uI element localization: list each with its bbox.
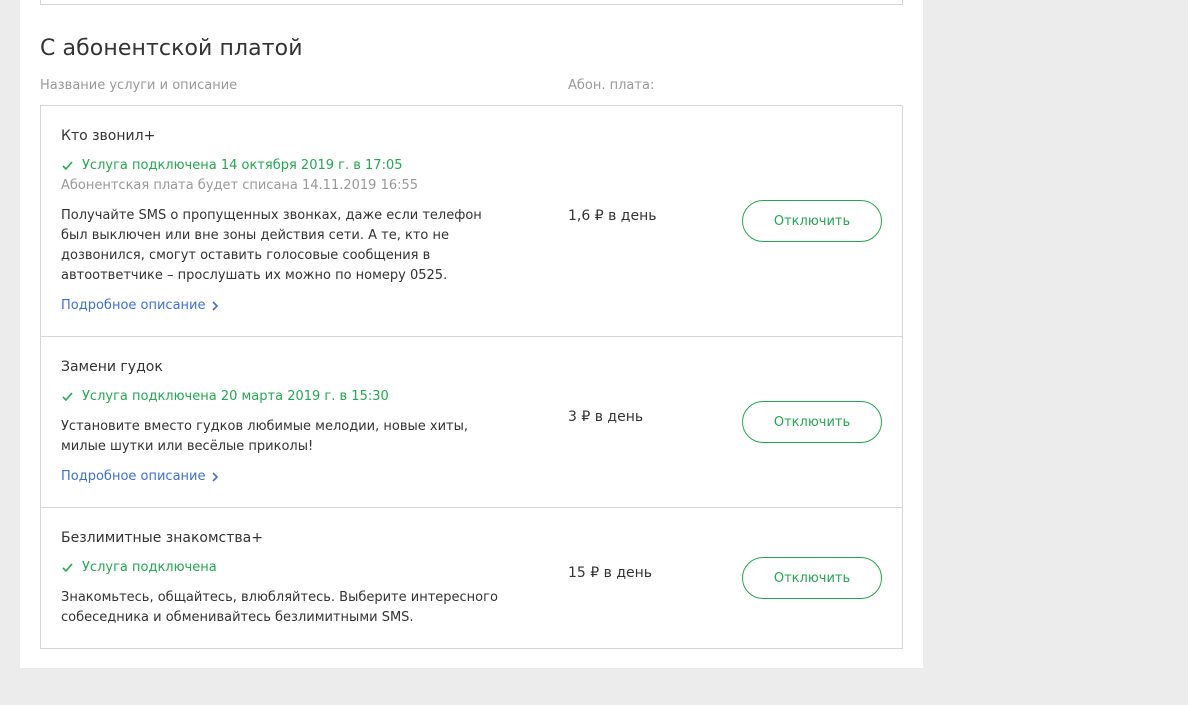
chevron-right-icon xyxy=(211,300,218,311)
services-list: Кто звонил+ Услуга подключена 14 октября… xyxy=(40,105,903,649)
disable-button[interactable]: Отключить xyxy=(742,200,882,242)
check-icon xyxy=(62,161,73,171)
services-panel: С абонентской платой Название услуги и о… xyxy=(20,0,923,668)
check-icon xyxy=(62,563,73,573)
service-status: Услуга подключена 20 марта 2019 г. в 15:… xyxy=(61,389,389,404)
charge-note: Абонентская плата будет списана 14.11.20… xyxy=(61,178,419,193)
service-status: Услуга подключена xyxy=(61,560,217,575)
more-details-link[interactable]: Подробное описание xyxy=(61,469,219,484)
column-header-fee: Абон. плата: xyxy=(568,78,655,93)
service-fee: 15 ₽ в день xyxy=(568,565,653,581)
service-item: Замени гудок Услуга подключена 20 марта … xyxy=(41,337,902,508)
more-details-link-label: Подробное описание xyxy=(61,469,206,484)
service-status-text: Услуга подключена xyxy=(82,560,217,575)
service-item: Кто звонил+ Услуга подключена 14 октября… xyxy=(41,106,902,337)
previous-section-box xyxy=(40,0,903,5)
disable-button[interactable]: Отключить xyxy=(742,557,882,599)
service-status-text: Услуга подключена 14 октября 2019 г. в 1… xyxy=(82,158,403,173)
service-description: Получайте SMS о пропущенных звонках, даж… xyxy=(61,208,482,283)
more-details-link-label: Подробное описание xyxy=(61,298,206,313)
service-name: Замени гудок xyxy=(61,359,163,375)
service-fee: 3 ₽ в день xyxy=(568,409,644,425)
column-header-name: Название услуги и описание xyxy=(40,78,238,93)
service-fee: 1,6 ₽ в день xyxy=(568,208,657,224)
check-icon xyxy=(62,392,73,402)
disable-button[interactable]: Отключить xyxy=(742,401,882,443)
section-title: С абонентской платой xyxy=(40,36,303,61)
service-status-text: Услуга подключена 20 марта 2019 г. в 15:… xyxy=(82,389,389,404)
chevron-right-icon xyxy=(211,471,218,482)
service-item: Безлимитные знакомства+ Услуга подключен… xyxy=(41,508,902,648)
service-description: Установите вместо гудков любимые мелодии… xyxy=(61,419,469,454)
service-name: Безлимитные знакомства+ xyxy=(61,530,263,546)
more-details-link[interactable]: Подробное описание xyxy=(61,298,219,313)
service-description: Знакомьтесь, общайтесь, влюбляйтесь. Выб… xyxy=(61,590,498,625)
service-name: Кто звонил+ xyxy=(61,128,156,144)
service-status: Услуга подключена 14 октября 2019 г. в 1… xyxy=(61,158,403,173)
